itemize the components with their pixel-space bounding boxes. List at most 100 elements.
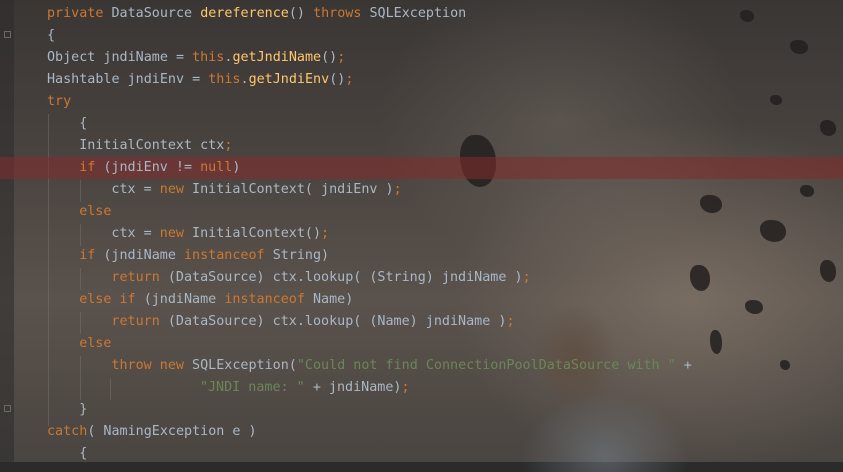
code-line[interactable]: { xyxy=(0,113,843,135)
code-line-content: "JNDI name: " + jndiName); xyxy=(200,377,410,399)
code-token: if xyxy=(79,160,104,175)
code-token: DataSource xyxy=(111,6,201,21)
code-token: ; xyxy=(321,226,330,241)
code-line-content: } xyxy=(79,399,87,421)
code-token: ; xyxy=(393,182,402,197)
code-line[interactable]: if (jndiName instanceof String) xyxy=(0,245,843,267)
code-token: ( NamingException e ) xyxy=(87,424,257,439)
code-token: instanceof xyxy=(184,248,273,263)
code-token: throws xyxy=(313,6,370,21)
code-line[interactable]: Object jndiName = this.getJndiName(); xyxy=(0,47,843,69)
code-line-content: else xyxy=(79,333,111,355)
code-token: } xyxy=(79,402,88,417)
code-token: (DataSource) ctx.lookup( (Name) jndiName… xyxy=(167,314,507,329)
code-token: try xyxy=(47,94,72,109)
code-line[interactable]: else xyxy=(0,333,843,355)
code-token: else xyxy=(79,336,112,351)
code-token: "JNDI name: " xyxy=(199,380,313,395)
code-token: throw new xyxy=(111,358,193,373)
code-token: else if xyxy=(79,292,144,307)
code-token: ; xyxy=(345,72,354,87)
code-line[interactable]: { xyxy=(0,25,843,47)
code-line-content: catch( NamingException e ) xyxy=(47,421,257,443)
code-line[interactable]: "JNDI name: " + jndiName); xyxy=(0,377,843,399)
code-line-content: else if (jndiName instanceof Name) xyxy=(79,289,353,311)
code-token: getJndiEnv xyxy=(248,72,330,87)
code-line-content: InitialContext ctx; xyxy=(79,135,232,157)
code-token: new xyxy=(159,182,193,197)
code-token: this xyxy=(192,50,225,65)
code-line-content: { xyxy=(79,113,87,135)
code-token: ctx = xyxy=(111,182,160,197)
code-token: private xyxy=(47,6,112,21)
code-line-content: private DataSource dereference() throws … xyxy=(47,3,466,25)
code-token: new xyxy=(159,226,193,241)
code-token: catch xyxy=(47,424,88,439)
code-token: (jndiName xyxy=(143,292,225,307)
code-token: InitialContext ctx xyxy=(79,138,225,153)
code-line-content: if (jndiEnv != null) xyxy=(79,157,240,179)
code-token: return xyxy=(111,314,168,329)
code-line[interactable]: InitialContext ctx; xyxy=(0,135,843,157)
code-token: else xyxy=(79,204,112,219)
code-line[interactable]: return (DataSource) ctx.lookup( (String)… xyxy=(0,267,843,289)
code-token: String) xyxy=(272,248,330,263)
code-token: Hashtable jndiEnv = xyxy=(47,72,209,87)
code-line[interactable]: } xyxy=(0,399,843,421)
code-token: ; xyxy=(224,138,233,153)
code-token: return xyxy=(111,270,168,285)
code-token: "Could not find ConnectionPoolDataSource… xyxy=(296,358,684,373)
code-token: Name) xyxy=(313,292,354,307)
code-token: ctx = xyxy=(111,226,160,241)
code-token: getJndiName xyxy=(232,50,322,65)
code-line-content: return (DataSource) ctx.lookup( (String)… xyxy=(111,267,530,289)
code-line-content: ctx = new InitialContext(); xyxy=(111,223,329,245)
code-line[interactable]: return (DataSource) ctx.lookup( (Name) j… xyxy=(0,311,843,333)
code-line[interactable]: Hashtable jndiEnv = this.getJndiEnv(); xyxy=(0,69,843,91)
code-line[interactable]: if (jndiEnv != null) xyxy=(0,157,843,179)
code-line[interactable]: else if (jndiName instanceof Name) xyxy=(0,289,843,311)
code-token: SQLException xyxy=(369,6,467,21)
code-line[interactable]: try xyxy=(0,91,843,113)
code-token: (jndiEnv != xyxy=(103,160,201,175)
code-line[interactable]: ctx = new InitialContext( jndiEnv ); xyxy=(0,179,843,201)
code-token: Object jndiName = xyxy=(47,50,193,65)
code-token: () xyxy=(329,72,346,87)
code-token: (DataSource) ctx.lookup( (String) jndiNa… xyxy=(167,270,523,285)
code-token: { xyxy=(79,116,88,131)
code-line-content: Object jndiName = this.getJndiName(); xyxy=(47,47,345,69)
code-token: () xyxy=(288,6,314,21)
code-line-content: else xyxy=(79,201,111,223)
code-line[interactable]: else xyxy=(0,201,843,223)
code-line[interactable]: throw new SQLException("Could not find C… xyxy=(0,355,843,377)
code-token: ; xyxy=(337,50,346,65)
code-editor[interactable]: private DataSource dereference() throws … xyxy=(0,3,843,465)
code-token: () xyxy=(321,50,338,65)
code-line-content: return (DataSource) ctx.lookup( (Name) j… xyxy=(111,311,514,333)
code-token: ; xyxy=(401,380,410,395)
code-line-content: Hashtable jndiEnv = this.getJndiEnv(); xyxy=(47,69,353,91)
code-line-content: throw new SQLException("Could not find C… xyxy=(111,355,691,377)
code-token: if xyxy=(79,248,104,263)
code-token: dereference xyxy=(200,6,289,21)
code-line-content: try xyxy=(47,91,71,113)
code-token: instanceof xyxy=(224,292,313,307)
code-token: InitialContext( jndiEnv ) xyxy=(192,182,394,197)
code-token: ) xyxy=(232,160,241,175)
code-line[interactable]: private DataSource dereference() throws … xyxy=(0,3,843,25)
code-token: . xyxy=(240,72,249,87)
code-token: { xyxy=(47,28,56,43)
code-line-content: { xyxy=(47,25,55,47)
code-token: ; xyxy=(522,270,531,285)
code-token: null xyxy=(200,160,233,175)
code-line-content: if (jndiName instanceof String) xyxy=(79,245,329,267)
code-token: { xyxy=(79,446,88,461)
code-token: ; xyxy=(506,314,515,329)
code-token: SQLException( xyxy=(192,358,297,373)
code-token: + jndiName) xyxy=(312,380,402,395)
code-token: (jndiName xyxy=(103,248,184,263)
code-line[interactable]: catch( NamingException e ) xyxy=(0,421,843,443)
code-line[interactable]: ctx = new InitialContext(); xyxy=(0,223,843,245)
code-line-content: ctx = new InitialContext( jndiEnv ); xyxy=(111,179,401,201)
code-token: InitialContext() xyxy=(192,226,322,241)
